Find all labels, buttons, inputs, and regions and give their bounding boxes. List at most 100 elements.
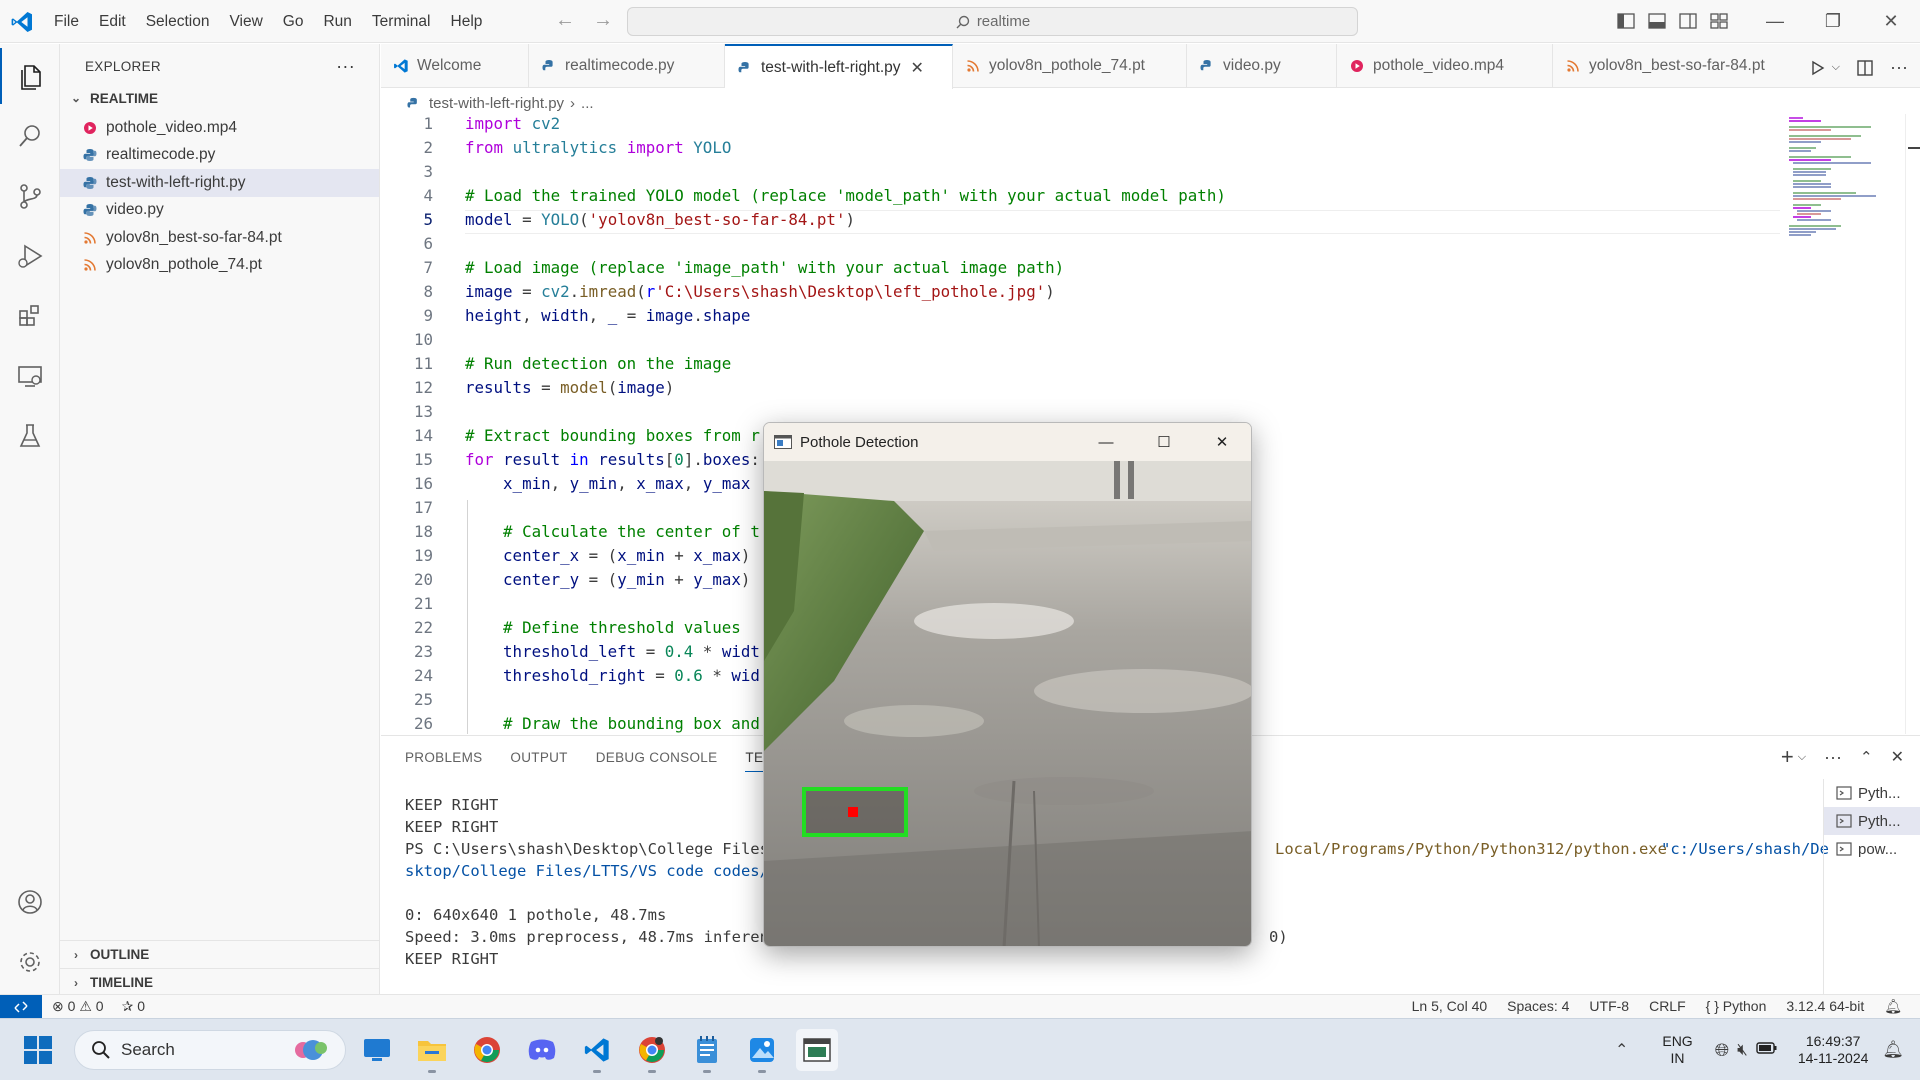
indentation[interactable]: Spaces: 4 xyxy=(1507,998,1569,1015)
menu-terminal[interactable]: Terminal xyxy=(362,13,441,31)
tab-best-so-far[interactable]: yolov8n_best-so-far-84.pt xyxy=(1553,44,1791,88)
chrome-profile-icon[interactable] xyxy=(631,1029,673,1073)
menu-go[interactable]: Go xyxy=(273,13,314,31)
close-panel-icon[interactable]: ✕ xyxy=(1891,747,1904,767)
globe-icon[interactable]: 🌐︎ xyxy=(1715,1040,1729,1061)
toggle-secondary-sidebar-icon[interactable] xyxy=(1678,11,1698,31)
menu-help[interactable]: Help xyxy=(441,13,493,31)
discord-icon[interactable] xyxy=(521,1029,563,1071)
chevron-down-icon[interactable]: ⌵ xyxy=(1798,751,1806,764)
restore-icon[interactable]: ❐ xyxy=(1804,0,1862,43)
breadcrumb-file[interactable]: test-with-left-right.py xyxy=(429,95,564,112)
clock[interactable]: 16:49:37 14-11-2024 xyxy=(1798,1033,1869,1067)
customize-layout-icon[interactable] xyxy=(1709,11,1729,31)
tab-debug-console[interactable]: DEBUG CONSOLE xyxy=(596,746,718,772)
language-mode[interactable]: { } Python xyxy=(1706,998,1767,1015)
activity-source-control[interactable] xyxy=(0,168,60,224)
editor-scrollbar[interactable] xyxy=(1905,114,1920,734)
remote-indicator[interactable] xyxy=(0,995,42,1019)
breadcrumb-rest[interactable]: ... xyxy=(581,95,594,112)
minimap[interactable] xyxy=(1781,114,1905,734)
language-indicator[interactable]: ENG IN xyxy=(1662,1033,1692,1067)
tab-output[interactable]: OUTPUT xyxy=(510,746,567,772)
close-window-icon[interactable]: ✕ xyxy=(1862,0,1920,43)
python-file-icon xyxy=(541,58,557,74)
python-interpreter[interactable]: 3.12.4 64-bit xyxy=(1786,998,1864,1015)
window-app-icon xyxy=(774,435,792,449)
activity-remote-explorer[interactable] xyxy=(0,348,60,404)
file-item-video-py[interactable]: video.py xyxy=(60,197,379,225)
back-arrow-icon[interactable]: ← xyxy=(555,9,575,32)
split-editor-icon[interactable] xyxy=(1856,59,1874,77)
close-tab-icon[interactable]: ✕ xyxy=(911,58,924,78)
menu-selection[interactable]: Selection xyxy=(136,13,220,31)
notification-bell-icon[interactable]: 🔔︎ xyxy=(1882,1040,1904,1060)
popup-maximize-icon[interactable]: ☐ xyxy=(1135,423,1193,461)
menu-edit[interactable]: Edit xyxy=(89,13,136,31)
file-item-realtimecode[interactable]: realtimecode.py xyxy=(60,142,379,170)
tab-problems[interactable]: PROBLEMS xyxy=(405,746,482,772)
folder-header[interactable]: ⌄ REALTIME xyxy=(60,86,379,110)
ports-status[interactable]: ✰ 0 xyxy=(122,998,145,1015)
more-actions-icon[interactable]: ··· xyxy=(336,56,355,77)
menu-run[interactable]: Run xyxy=(313,13,361,31)
activity-run-debug[interactable] xyxy=(0,228,60,284)
desktop-app-icon[interactable] xyxy=(356,1029,398,1071)
activity-extensions[interactable] xyxy=(0,288,60,344)
encoding[interactable]: UTF-8 xyxy=(1589,998,1629,1015)
popup-close-icon[interactable]: ✕ xyxy=(1193,423,1251,461)
file-item-test-with-left-right[interactable]: test-with-left-right.py xyxy=(60,169,379,197)
chevron-down-icon[interactable]: ⌵ xyxy=(1832,61,1840,74)
file-explorer-icon[interactable] xyxy=(411,1029,453,1073)
menu-file[interactable]: File xyxy=(44,13,89,31)
timeline-section[interactable]: › TIMELINE xyxy=(60,968,380,996)
line-endings[interactable]: CRLF xyxy=(1649,998,1686,1015)
new-terminal-icon[interactable]: + xyxy=(1781,744,1794,770)
cursor-position[interactable]: Ln 5, Col 40 xyxy=(1412,998,1488,1015)
chrome-icon[interactable] xyxy=(466,1029,508,1071)
toggle-panel-icon[interactable] xyxy=(1647,11,1667,31)
battery-icon[interactable] xyxy=(1756,1041,1778,1059)
terminal-item-python-2[interactable]: Pyth... xyxy=(1824,807,1920,835)
more-actions-icon[interactable]: ··· xyxy=(1824,747,1842,768)
maximize-panel-icon[interactable]: ⌃ xyxy=(1860,748,1873,766)
volume-muted-icon[interactable]: 🔇︎ xyxy=(1737,1040,1748,1060)
more-actions-icon[interactable]: ··· xyxy=(1890,57,1908,78)
windows-start-icon[interactable] xyxy=(24,1036,52,1064)
pothole-detection-window[interactable]: Pothole Detection — ☐ ✕ xyxy=(763,422,1252,947)
tab-video-py[interactable]: video.py xyxy=(1187,44,1337,88)
vscode-taskbar-icon[interactable] xyxy=(576,1029,618,1073)
popup-minimize-icon[interactable]: — xyxy=(1077,423,1135,461)
command-center-search[interactable]: realtime xyxy=(627,7,1358,36)
terminal-item-python-1[interactable]: Pyth... xyxy=(1824,779,1920,807)
notepad-icon[interactable] xyxy=(686,1029,728,1073)
run-file-icon[interactable] xyxy=(1810,60,1826,76)
tab-realtimecode[interactable]: realtimecode.py xyxy=(529,44,725,88)
opencv-window-icon[interactable] xyxy=(796,1029,838,1071)
tab-pothole-74[interactable]: yolov8n_pothole_74.pt xyxy=(953,44,1187,88)
activity-manage[interactable] xyxy=(0,934,60,990)
minimize-icon[interactable]: — xyxy=(1746,0,1804,43)
tab-welcome[interactable]: Welcome xyxy=(381,44,529,88)
forward-arrow-icon[interactable]: → xyxy=(593,9,613,32)
tab-pothole-video[interactable]: pothole_video.mp4 xyxy=(1337,44,1553,88)
code-line: import cv2 xyxy=(465,114,561,133)
bell-icon[interactable]: 🔔︎ xyxy=(1884,998,1902,1015)
tray-overflow-chevron-icon[interactable]: ⌃ xyxy=(1615,1040,1628,1060)
terminal-item-powershell[interactable]: pow... xyxy=(1824,835,1920,863)
problems-status[interactable]: ⊗ 0 ⚠ 0 xyxy=(52,998,104,1015)
file-item-pothole-video[interactable]: pothole_video.mp4 xyxy=(60,114,379,142)
activity-explorer[interactable] xyxy=(0,48,60,104)
file-item-best-so-far[interactable]: yolov8n_best-so-far-84.pt xyxy=(60,224,379,252)
menu-view[interactable]: View xyxy=(219,13,272,31)
outline-section[interactable]: › OUTLINE xyxy=(60,940,380,968)
tab-test-with-left-right[interactable]: test-with-left-right.py ✕ xyxy=(725,44,953,89)
photos-icon[interactable] xyxy=(741,1029,783,1073)
activity-search[interactable] xyxy=(0,108,60,164)
activity-testing[interactable] xyxy=(0,408,60,464)
toggle-primary-sidebar-icon[interactable] xyxy=(1616,11,1636,31)
taskbar-search[interactable]: Search xyxy=(74,1030,346,1070)
popup-titlebar[interactable]: Pothole Detection — ☐ ✕ xyxy=(764,423,1251,461)
file-item-pothole-74[interactable]: yolov8n_pothole_74.pt xyxy=(60,252,379,280)
activity-accounts[interactable] xyxy=(0,874,60,930)
